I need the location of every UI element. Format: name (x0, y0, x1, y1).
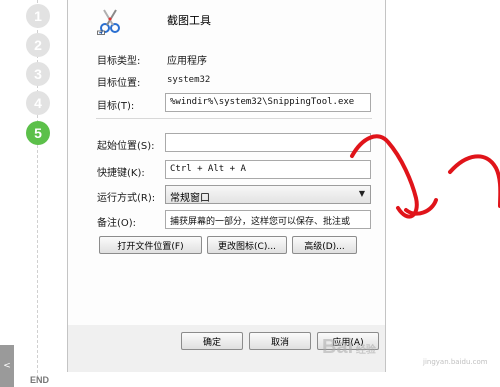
step-1[interactable]: 1 (26, 4, 50, 28)
dialog-left-border (67, 0, 68, 372)
target-location-label: 目标位置: (97, 78, 141, 89)
target-type-label: 目标类型: (97, 56, 141, 67)
section-divider (96, 118, 372, 119)
app-name: 截图工具 (167, 14, 211, 27)
shortcut-key-label: 快捷键(K): (97, 168, 145, 179)
watermark-url: jingyan.baidu.com (423, 358, 488, 366)
run-select-value: 常规窗口 (170, 193, 210, 204)
side-collapse-tab[interactable]: < (0, 345, 14, 387)
snipping-tool-icon (97, 9, 120, 35)
red-annotation-scribble (350, 134, 500, 219)
start-in-label: 起始位置(S): (97, 141, 155, 152)
target-label: 目标(T): (97, 101, 135, 112)
step-3[interactable]: 3 (26, 62, 50, 86)
target-input[interactable]: %windir%\system32\SnippingTool.exe (165, 93, 371, 112)
open-file-location-button[interactable]: 打开文件位置(F) (99, 236, 202, 254)
step-2[interactable]: 2 (26, 33, 50, 57)
run-label: 运行方式(R): (97, 193, 156, 204)
comment-label: 备注(O): (97, 218, 137, 229)
target-location-value: system32 (167, 75, 211, 85)
cancel-button[interactable]: 取消 (249, 332, 311, 350)
watermark-main: Bai (322, 336, 354, 358)
step-4[interactable]: 4 (26, 91, 50, 115)
target-type-value: 应用程序 (167, 56, 207, 67)
change-icon-button[interactable]: 更改图标(C)... (207, 236, 287, 254)
step-5-active[interactable]: 5 (26, 121, 50, 145)
advanced-button[interactable]: 高级(D)... (292, 236, 357, 254)
ok-button[interactable]: 确定 (181, 332, 243, 350)
baidu-watermark: Bai 经验 (322, 336, 376, 358)
end-label: END (30, 375, 50, 385)
